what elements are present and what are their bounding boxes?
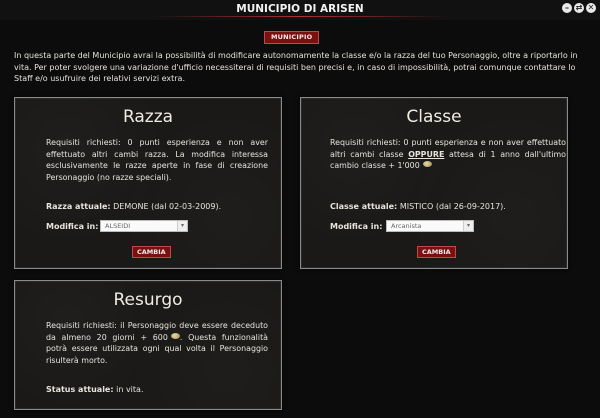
close-icon[interactable]: ✕	[586, 3, 596, 13]
window-titlebar: MUNICIPIO DI ARISEN – ⇄ ✕	[0, 0, 600, 20]
razza-current: Razza attuale: DEMONE (dal 02-03-2009).	[46, 202, 221, 211]
chevron-down-icon: ▾	[463, 221, 473, 231]
title-underline	[150, 16, 450, 17]
razza-modify-label: Modifica in:	[46, 222, 99, 231]
resurgo-status-label: Status attuale:	[46, 385, 114, 394]
coin-icon	[422, 161, 432, 167]
classe-modify-label: Modifica in:	[330, 222, 383, 231]
classe-select[interactable]: Arcanista ▾	[386, 220, 474, 232]
chevron-down-icon: ▾	[177, 221, 187, 231]
classe-panel: Classe Requisiti richiesti: 0 punti espe…	[300, 97, 568, 269]
classe-cambia-button[interactable]: CAMBIA	[417, 246, 456, 258]
razza-select[interactable]: ALSEIDI ▾	[100, 220, 188, 232]
resurgo-requirements: Requisiti richiesti: il Personaggio deve…	[46, 320, 268, 366]
razza-select-value: ALSEIDI	[105, 222, 131, 230]
classe-current-label: Classe attuale:	[330, 202, 398, 211]
municipio-button[interactable]: MUNICIPIO	[264, 31, 320, 44]
resurgo-status: Status attuale: in vita.	[46, 385, 143, 394]
window-controls: – ⇄ ✕	[562, 3, 596, 13]
restore-icon[interactable]: ⇄	[574, 3, 584, 13]
resurgo-title: Resurgo	[113, 290, 183, 310]
razza-title: Razza	[122, 107, 174, 127]
classe-requirements: Requisiti richiesti: 0 punti esperienza …	[330, 137, 566, 172]
intro-text: In questa parte del Municipio avrai la p…	[14, 51, 578, 83]
classe-req-oppure: OPPURE	[408, 149, 445, 159]
classe-select-value: Arcanista	[391, 222, 422, 230]
minimize-icon[interactable]: –	[562, 3, 572, 13]
window-title: MUNICIPIO DI ARISEN	[236, 3, 364, 15]
classe-current: Classe attuale: MISTICO (dal 26-09-2017)…	[330, 202, 506, 211]
classe-title: Classe	[406, 107, 462, 127]
razza-requirements: Requisiti richiesti: 0 punti esperienza …	[46, 138, 268, 182]
resurgo-status-value: in vita.	[116, 385, 144, 394]
coin-icon	[170, 332, 180, 339]
razza-panel: Razza Requisiti richiesti: 0 punti esper…	[14, 97, 282, 269]
classe-current-value: MISTICO (dal 26-09-2017).	[399, 202, 506, 211]
resurgo-panel: Resurgo Requisiti richiesti: il Personag…	[14, 280, 282, 410]
razza-current-label: Razza attuale:	[46, 202, 111, 211]
razza-current-value: DEMONE (dal 02-03-2009).	[113, 202, 222, 211]
razza-cambia-button[interactable]: CAMBIA	[132, 246, 171, 258]
